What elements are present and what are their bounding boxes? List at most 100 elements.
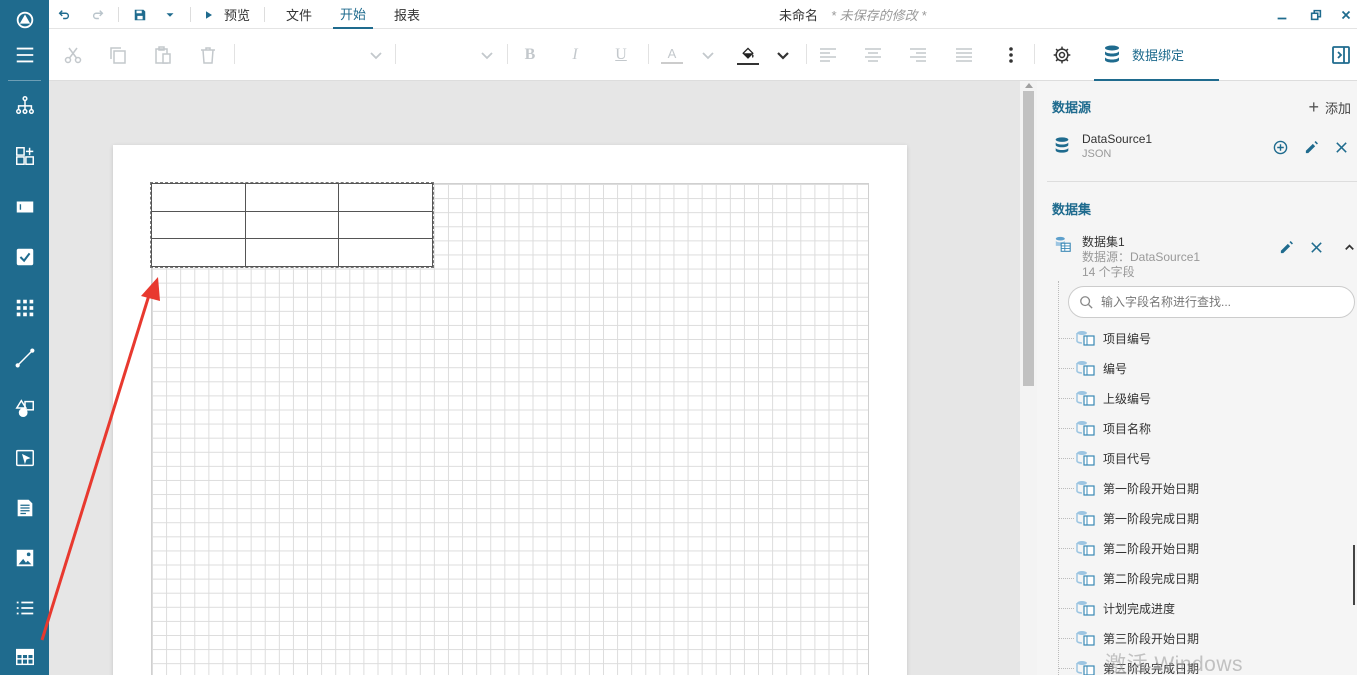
- canvas-scrollbar[interactable]: [1020, 81, 1037, 675]
- report-page[interactable]: [113, 145, 907, 675]
- shapes-icon[interactable]: [0, 388, 49, 428]
- font-size-dropdown-icon[interactable]: [475, 29, 499, 81]
- field-item[interactable]: 编号: [1058, 353, 1357, 383]
- field-item[interactable]: 上级编号: [1058, 383, 1357, 413]
- menu-report[interactable]: 报表: [394, 0, 420, 29]
- logo-icon[interactable]: [0, 0, 49, 40]
- field-item[interactable]: 计划完成进度: [1058, 593, 1357, 623]
- field-item[interactable]: 项目编号: [1058, 323, 1357, 353]
- cut-icon[interactable]: [61, 29, 85, 81]
- underline-button[interactable]: U: [609, 29, 633, 81]
- font-family-dropdown-icon[interactable]: [364, 29, 388, 81]
- table-cells[interactable]: [151, 183, 433, 267]
- play-icon: [206, 10, 212, 19]
- field-icon: [1076, 481, 1095, 496]
- field-label: 第一阶段完成日期: [1103, 511, 1200, 526]
- fill-color-dropdown-icon[interactable]: [771, 29, 795, 81]
- unsaved-status: * 未保存的修改 *: [831, 8, 927, 23]
- textbox-icon[interactable]: [0, 187, 49, 227]
- toolbar-divider: [264, 7, 265, 22]
- font-color-button[interactable]: A: [659, 29, 685, 81]
- field-icon: [1076, 601, 1095, 616]
- justify-icon[interactable]: [952, 29, 976, 81]
- close-window-icon[interactable]: [1335, 0, 1357, 29]
- more-options-icon[interactable]: [1000, 29, 1022, 81]
- edit-datasource-icon[interactable]: [1301, 137, 1321, 157]
- ribbon-divider: [1034, 44, 1035, 64]
- field-item[interactable]: 第二阶段完成日期: [1058, 563, 1357, 593]
- menu-file[interactable]: 文件: [286, 0, 312, 29]
- field-icon: [1076, 331, 1095, 346]
- select-icon[interactable]: [0, 438, 49, 478]
- toggle-panel-icon[interactable]: [1329, 29, 1353, 81]
- panel-resize-edge[interactable]: [1353, 545, 1355, 605]
- tree-connector: [1058, 457, 1074, 459]
- table-cell[interactable]: [151, 238, 246, 267]
- align-center-icon[interactable]: [861, 29, 885, 81]
- menu-icon[interactable]: [0, 35, 49, 75]
- scroll-up-arrow[interactable]: [1025, 83, 1033, 88]
- checkbox-icon[interactable]: [0, 237, 49, 277]
- remove-dataset-icon[interactable]: [1306, 237, 1326, 257]
- title-bar: 预览 文件 开始 报表 未命名 * 未保存的修改 *: [49, 0, 1357, 29]
- settings-gear-icon[interactable]: [1049, 29, 1075, 81]
- table-cell[interactable]: [338, 238, 433, 267]
- line-icon[interactable]: [0, 338, 49, 378]
- dataset-icon: [1053, 236, 1073, 257]
- table-widget[interactable]: [150, 182, 434, 268]
- table-icon[interactable]: [0, 637, 49, 675]
- tab-data-binding[interactable]: 数据绑定: [1094, 29, 1219, 81]
- field-item[interactable]: 项目名称: [1058, 413, 1357, 443]
- table-cell[interactable]: [244, 210, 340, 240]
- add-dataset-icon[interactable]: [1270, 137, 1290, 157]
- design-canvas[interactable]: [49, 81, 1020, 675]
- add-datasource-button[interactable]: + 添加: [1308, 97, 1351, 118]
- align-left-icon[interactable]: [816, 29, 840, 81]
- table-cell[interactable]: [338, 183, 433, 212]
- collapse-chevron-icon[interactable]: [1339, 237, 1357, 257]
- paste-icon[interactable]: [151, 29, 175, 81]
- restore-icon[interactable]: [1305, 0, 1327, 29]
- copy-icon[interactable]: [106, 29, 130, 81]
- field-icon: [1076, 511, 1095, 526]
- redo-icon[interactable]: [87, 0, 109, 29]
- align-right-icon[interactable]: [906, 29, 930, 81]
- edit-dataset-icon[interactable]: [1276, 237, 1296, 257]
- dataset-item[interactable]: 数据集1 数据源：DataSource1 14 个字段: [1037, 231, 1357, 281]
- undo-icon[interactable]: [53, 0, 75, 29]
- hierarchy-icon[interactable]: [0, 85, 49, 125]
- data-binding-panel: 数据源 + 添加 DataSource1 JSON 数据集 数据集1 数据源：D…: [1037, 81, 1357, 675]
- layout-icon[interactable]: [0, 136, 49, 176]
- field-search-input[interactable]: [1101, 295, 1331, 309]
- save-dropdown-icon[interactable]: [159, 0, 181, 29]
- minimize-icon[interactable]: [1271, 0, 1293, 29]
- remove-datasource-icon[interactable]: [1331, 137, 1351, 157]
- menu-home[interactable]: 开始: [333, 0, 374, 29]
- preview-button[interactable]: 预览: [203, 0, 250, 29]
- italic-button[interactable]: I: [563, 29, 587, 81]
- table-cell[interactable]: [244, 183, 340, 212]
- save-icon[interactable]: [129, 0, 151, 29]
- field-item[interactable]: 第一阶段开始日期: [1058, 473, 1357, 503]
- fill-color-button[interactable]: [735, 29, 761, 81]
- datasource-type: JSON: [1082, 148, 1112, 160]
- delete-icon[interactable]: [196, 29, 220, 81]
- field-item[interactable]: 第一阶段完成日期: [1058, 503, 1357, 533]
- datasource-item[interactable]: DataSource1 JSON: [1037, 129, 1357, 165]
- field-search-box[interactable]: [1068, 286, 1355, 318]
- list-icon[interactable]: [0, 588, 49, 628]
- image-icon[interactable]: [0, 538, 49, 578]
- table-cell[interactable]: [151, 183, 246, 212]
- font-color-dropdown-icon[interactable]: [696, 29, 720, 81]
- scroll-thumb[interactable]: [1023, 91, 1034, 386]
- bold-button[interactable]: B: [518, 29, 542, 81]
- table-cell[interactable]: [151, 210, 246, 240]
- table-cell[interactable]: [338, 210, 433, 240]
- document-title: 未命名: [779, 8, 819, 23]
- matrix-icon[interactable]: [0, 288, 49, 328]
- table-cell[interactable]: [244, 238, 340, 267]
- field-item[interactable]: 项目代号: [1058, 443, 1357, 473]
- tree-connector: [1058, 427, 1074, 429]
- field-item[interactable]: 第二阶段开始日期: [1058, 533, 1357, 563]
- richtext-icon[interactable]: [0, 488, 49, 528]
